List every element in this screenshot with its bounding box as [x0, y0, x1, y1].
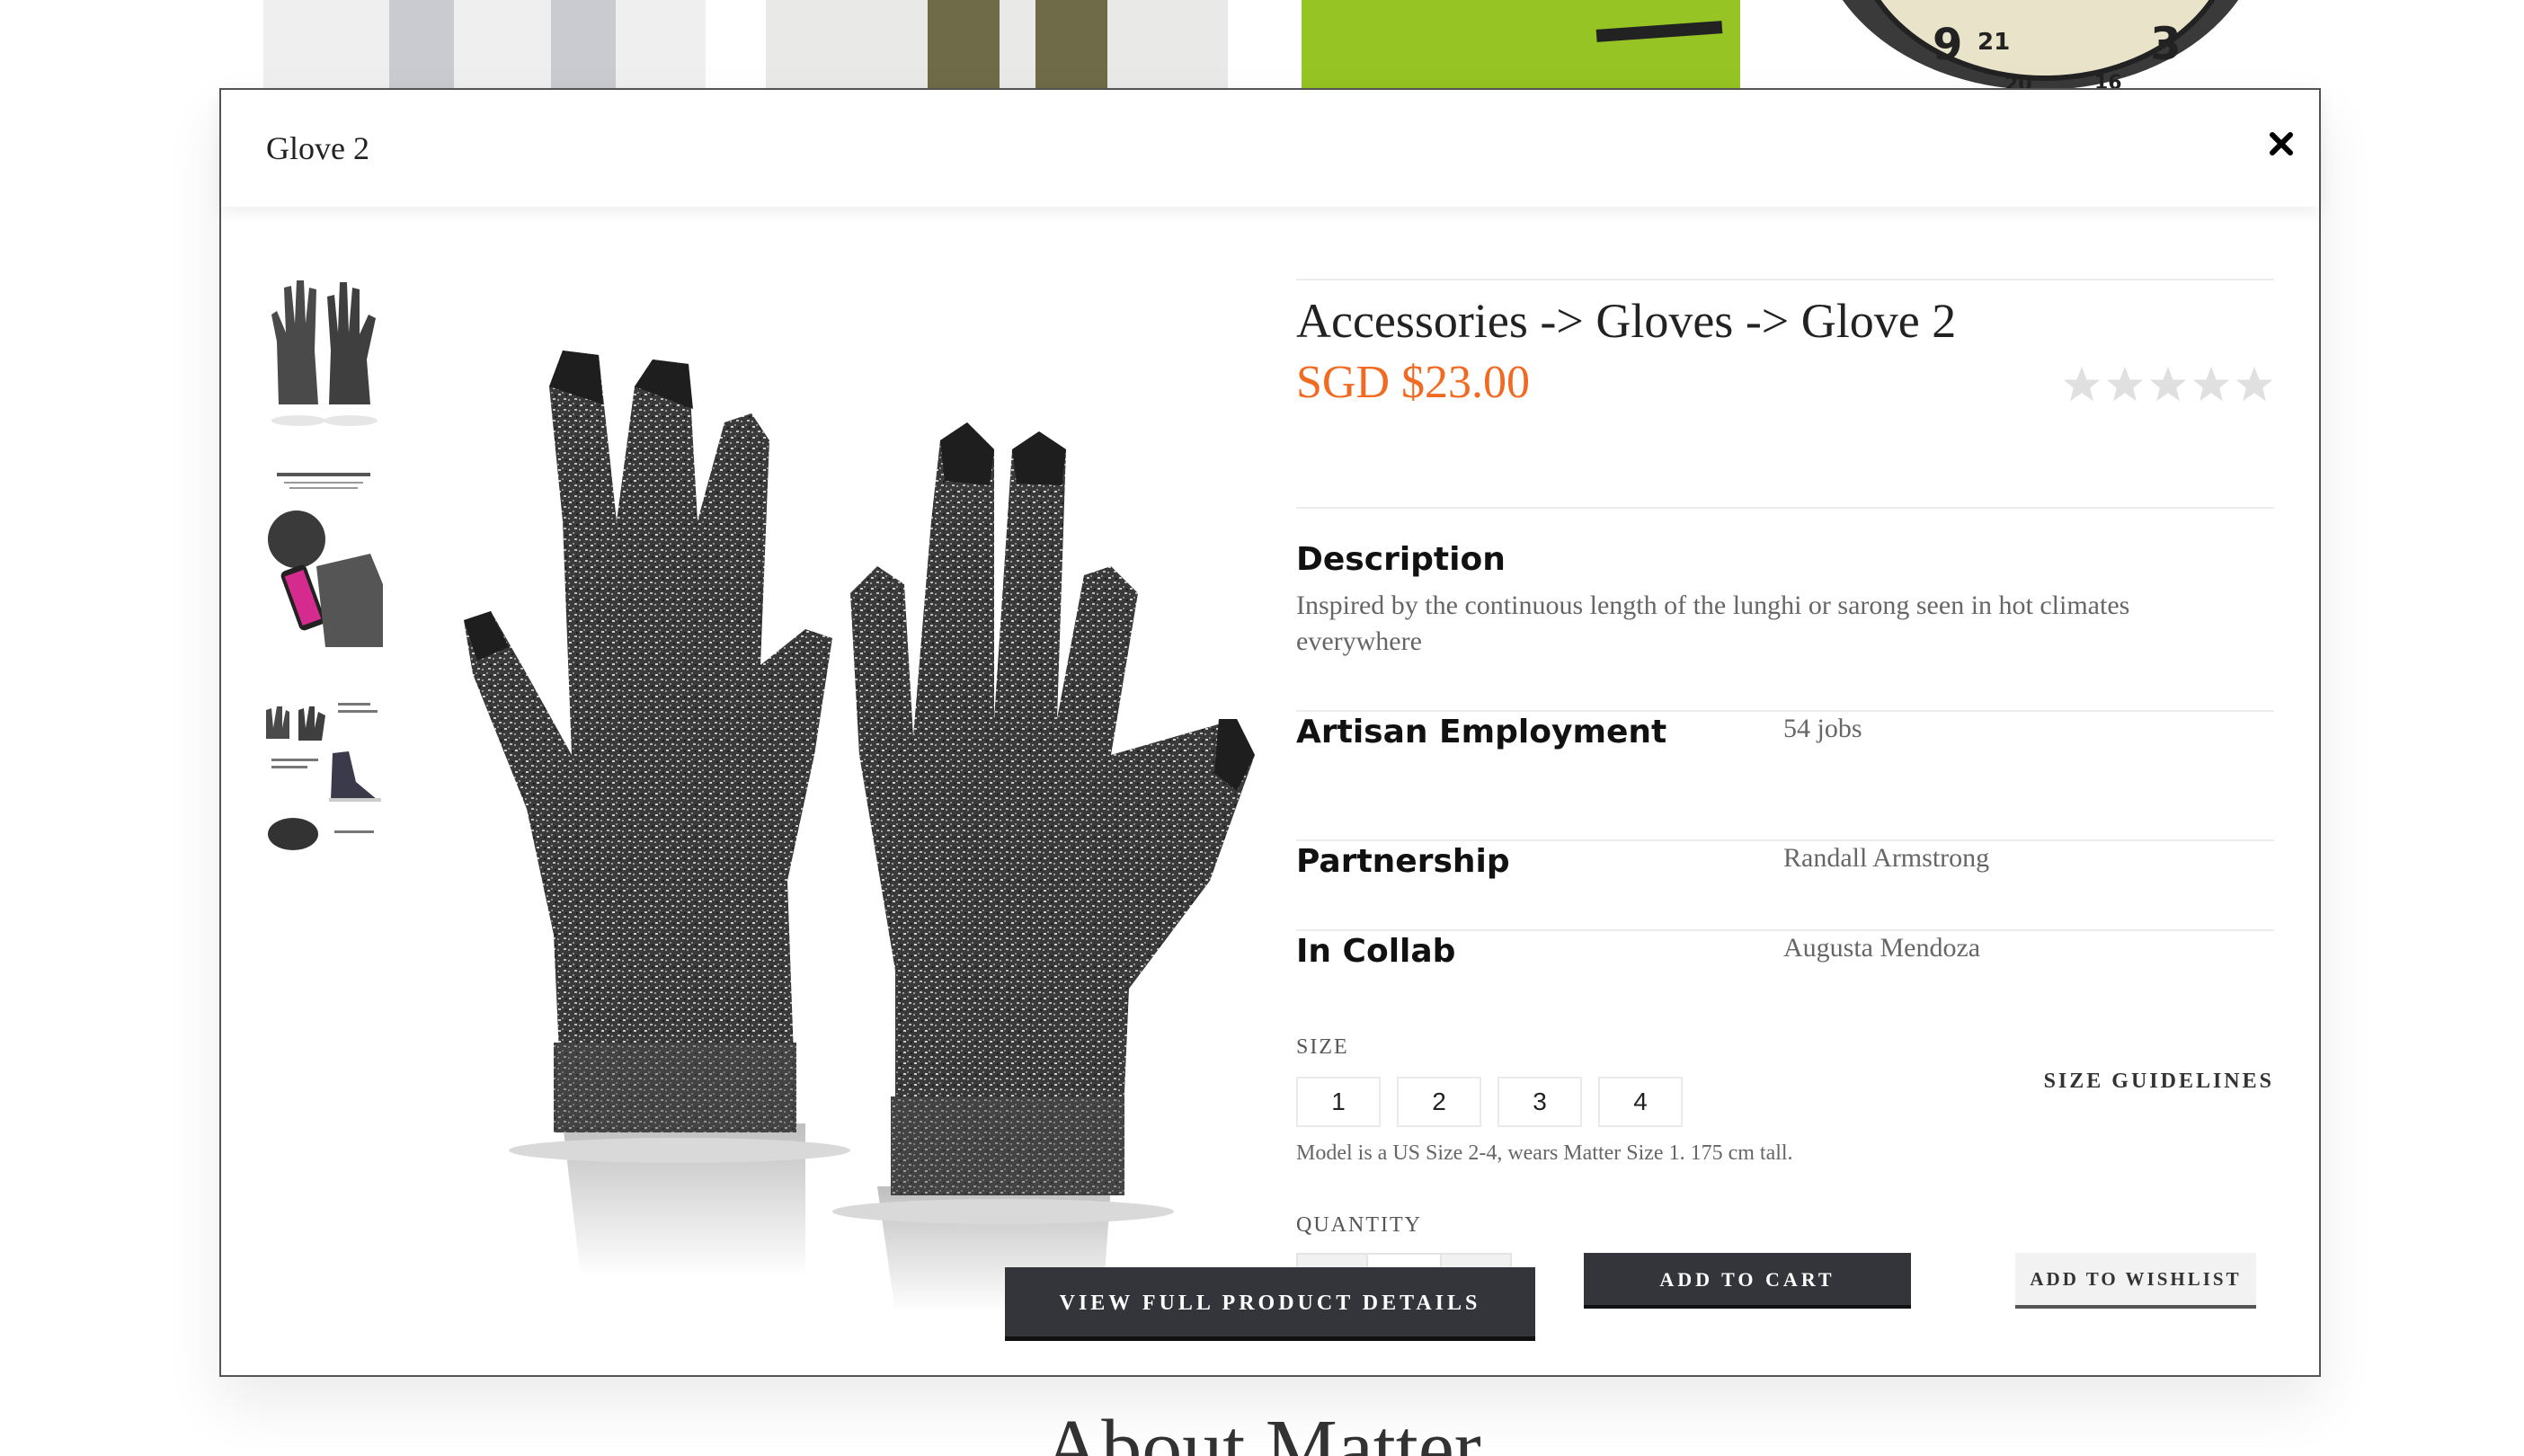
size-option-2[interactable]: 2: [1397, 1077, 1481, 1127]
grey-pants-leg: [389, 0, 454, 90]
star-icon[interactable]: [2235, 365, 2274, 404]
modal-title: Glove 2: [266, 130, 369, 166]
attribute-value-artisan-employment: 54 jobs: [1783, 714, 1862, 743]
model-size-note: Model is a US Size 2-4, wears Matter Siz…: [1296, 1141, 1793, 1165]
product-thumb-khaki-pants[interactable]: [766, 0, 1228, 90]
divider: [1296, 839, 2274, 841]
star-icon[interactable]: [2105, 365, 2145, 404]
product-breadcrumb: Accessories -> Gloves -> Glove 2: [1296, 294, 1957, 348]
size-label: SIZE: [1296, 1035, 1349, 1059]
product-thumb-green-shorts[interactable]: [1293, 0, 1740, 90]
star-icon[interactable]: [2191, 365, 2231, 404]
thumbnail-3[interactable]: [262, 683, 385, 863]
star-icon[interactable]: [2148, 365, 2188, 404]
add-to-cart-button[interactable]: ADD TO CART: [1584, 1253, 1911, 1309]
modal-header: Glove 2: [221, 90, 2319, 207]
product-thumb-grey-pants[interactable]: [263, 0, 706, 90]
features-collage-thumbnail-image: [262, 683, 385, 863]
khaki-pants-leg: [928, 0, 1000, 90]
khaki-pants-leg: [1035, 0, 1107, 90]
attribute-label-artisan-employment: Artisan Employment: [1296, 714, 1667, 750]
main-product-image[interactable]: [428, 252, 1291, 1312]
divider: [1296, 710, 2274, 712]
description-heading: Description: [1296, 541, 1506, 578]
view-full-product-details-button[interactable]: VIEW FULL PRODUCT DETAILS: [1005, 1267, 1535, 1341]
size-option-3[interactable]: 3: [1498, 1077, 1582, 1127]
product-price: SGD $23.00: [1296, 357, 1531, 408]
watch-number: 9: [1933, 20, 1963, 70]
knit-glove-pair-image: [464, 351, 1255, 1312]
glove-pair-thumbnail-image: [262, 261, 385, 440]
size-guidelines-link[interactable]: SIZE GUIDELINES: [2044, 1070, 2274, 1094]
background-product-strip: 9 21 3 20 16: [0, 0, 2524, 90]
close-button[interactable]: [2263, 126, 2299, 162]
touchscreen-feature-thumbnail-image: [262, 467, 385, 647]
green-shorts: [1302, 0, 1740, 90]
about-heading: About Matter: [1043, 1404, 1481, 1456]
product-thumb-watch[interactable]: 9 21 3 20 16: [1798, 0, 2283, 90]
add-to-wishlist-button[interactable]: ADD TO WISHLIST: [2015, 1253, 2256, 1309]
watch-number: 21: [1977, 29, 2011, 56]
attribute-label-partnership: Partnership: [1296, 843, 1510, 880]
watch-number: 16: [2094, 72, 2122, 90]
product-quickview-modal: Glove 2 Accessories -> Gloves -> Glove 2…: [219, 88, 2321, 1377]
description-text: Inspired by the continuous length of the…: [1296, 590, 2130, 656]
thumbnail-2[interactable]: [262, 467, 385, 647]
watch-number: 3: [2150, 18, 2182, 70]
thumbnail-1[interactable]: [262, 261, 385, 440]
size-option-4[interactable]: 4: [1598, 1077, 1683, 1127]
attribute-label-in-collab: In Collab: [1296, 933, 1456, 970]
divider: [1296, 929, 2274, 931]
attribute-value-partnership: Randall Armstrong: [1783, 843, 1990, 873]
grey-pants-leg: [551, 0, 616, 90]
divider: [1296, 507, 2274, 509]
close-icon: [2270, 132, 2293, 155]
divider: [1296, 279, 2274, 280]
quantity-label: QUANTITY: [1296, 1213, 1422, 1237]
attribute-value-in-collab: Augusta Mendoza: [1783, 933, 1981, 963]
size-option-1[interactable]: 1: [1296, 1077, 1381, 1127]
star-icon[interactable]: [2062, 365, 2102, 404]
rating-stars[interactable]: [2062, 365, 2274, 404]
